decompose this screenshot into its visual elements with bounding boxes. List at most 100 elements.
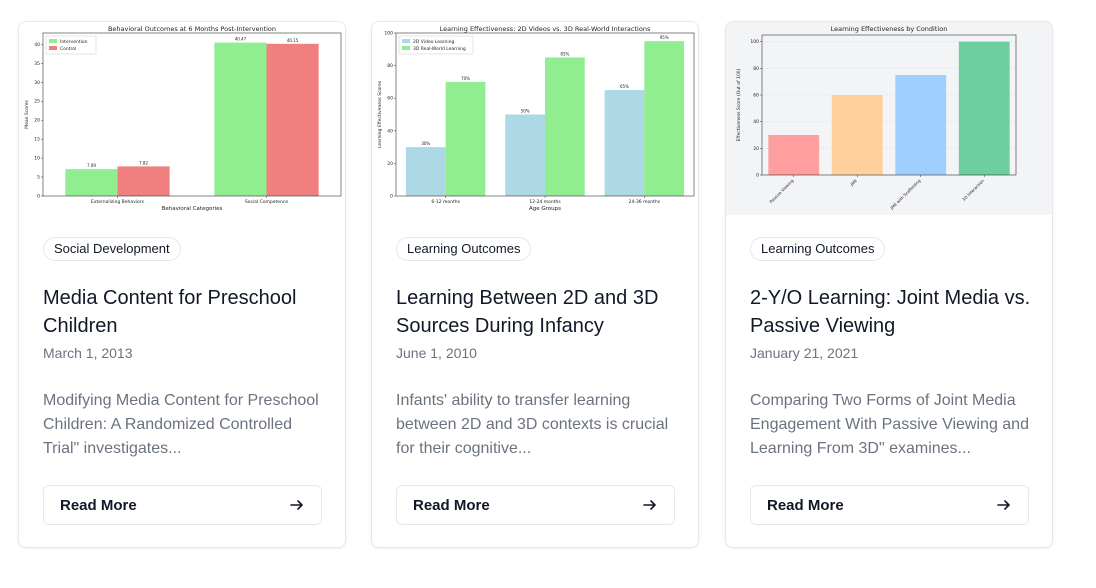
arrow-right-icon <box>997 500 1010 510</box>
bar <box>768 135 820 175</box>
y-tick-label: 5 <box>37 175 40 181</box>
article-excerpt: Comparing Two Forms of Joint Media Engag… <box>750 392 1029 457</box>
y-tick-label: 15 <box>34 137 40 143</box>
legend-label: Control <box>60 46 76 52</box>
y-tick-label: 20 <box>34 118 40 124</box>
x-tick-label: 12-24 months <box>529 199 561 205</box>
y-axis-label: Learning Effectiveness Scores <box>377 80 383 148</box>
article-card[interactable]: Learning Effectiveness by Condition 0 20 40… <box>725 21 1053 548</box>
bar-chart: Learning Effectiveness: 2D Videos vs. 3D… <box>377 25 695 212</box>
bar <box>505 114 545 196</box>
data-label: 30% <box>421 141 430 146</box>
legend-label: Intervention <box>60 39 88 45</box>
y-tick-label: 100 <box>384 31 393 37</box>
chart-thumbnail: Learning Effectiveness: 2D Videos vs. 3D… <box>372 22 698 215</box>
publish-date: March 1, 2013 <box>43 345 133 361</box>
data-label: 7.09 <box>87 163 96 168</box>
article-title[interactable]: 2-Y/O Learning: Joint Media vs. Passive … <box>750 284 1040 340</box>
y-tick-label: 10 <box>34 156 40 162</box>
category-tag: Learning Outcomes <box>750 237 886 261</box>
x-tick-label: Social Competence <box>245 199 289 205</box>
read-more-button[interactable]: Read More <box>43 485 322 525</box>
data-label: 70% <box>461 76 470 81</box>
data-label: 50% <box>521 109 530 114</box>
read-more-label: Read More <box>60 496 137 514</box>
x-tick-label: JME with Scaffolding <box>889 178 922 211</box>
read-more-label: Read More <box>767 496 844 514</box>
x-tick-label: 24-36 months <box>629 199 661 205</box>
article-title[interactable]: Media Content for Preschool Children <box>43 284 333 340</box>
bar <box>831 95 883 175</box>
article-card[interactable]: Behavioral Outcomes at 6 Months Post-Int… <box>18 21 346 548</box>
y-tick-label: 25 <box>34 99 40 105</box>
x-axis-label: Age Groups <box>529 206 561 212</box>
data-label: 40.15 <box>287 38 299 43</box>
y-tick-label: 40 <box>34 42 40 48</box>
legend-swatch <box>49 39 57 43</box>
chart-thumbnail: Learning Effectiveness by Condition 0 20 40… <box>726 22 1052 215</box>
bar <box>445 81 486 196</box>
read-more-button[interactable]: Read More <box>750 485 1029 525</box>
category-tag: Learning Outcomes <box>396 237 532 261</box>
y-tick-label: 30 <box>34 80 40 86</box>
article-excerpt: Infants' ability to transfer learning be… <box>396 392 669 457</box>
bar-chart: Learning Effectiveness by Condition 0 20 40… <box>736 25 1017 211</box>
chart-thumbnail: Behavioral Outcomes at 6 Months Post-Int… <box>19 22 345 215</box>
y-tick-label: 20 <box>387 161 393 167</box>
read-more-button[interactable]: Read More <box>396 485 675 525</box>
publish-date: June 1, 2010 <box>396 345 477 361</box>
x-tick-label: Externalizing Behaviors <box>91 199 145 205</box>
bar <box>405 147 446 196</box>
data-label: 65% <box>620 84 629 89</box>
y-tick-label: 0 <box>756 173 759 179</box>
bar <box>117 166 170 196</box>
bar <box>545 57 585 197</box>
legend-swatch <box>402 39 410 43</box>
x-tick-label: JME <box>849 178 859 188</box>
arrow-right-icon <box>290 500 303 510</box>
arrow-right-icon <box>643 500 656 510</box>
legend-swatch <box>402 46 410 50</box>
x-axis-label: Behavioral Categories <box>162 206 223 212</box>
legend-label: 2D Video Learning <box>413 39 454 45</box>
bar <box>958 41 1010 176</box>
bar <box>604 90 645 196</box>
y-tick-label: 40 <box>753 119 759 125</box>
y-tick-label: 35 <box>34 61 40 67</box>
y-axis-label: Mean Scores <box>24 100 30 129</box>
data-label: 40.47 <box>235 37 247 42</box>
y-tick-label: 80 <box>387 63 393 69</box>
data-label: 7.82 <box>139 160 148 165</box>
y-tick-label: 60 <box>387 96 393 102</box>
y-tick-label: 100 <box>750 39 759 45</box>
publish-date: January 21, 2021 <box>750 345 859 361</box>
y-tick-label: 20 <box>753 146 759 152</box>
y-tick-label: 80 <box>753 66 759 72</box>
article-card[interactable]: Learning Effectiveness: 2D Videos vs. 3D… <box>371 21 699 548</box>
chart-title: Learning Effectiveness: 2D Videos vs. 3D… <box>440 25 651 33</box>
y-axis-label: Effectiveness Score (Out of 100) <box>736 68 742 141</box>
bar <box>644 41 685 197</box>
chart-title: Learning Effectiveness by Condition <box>831 25 948 33</box>
article-excerpt: Modifying Media Content for Preschool Ch… <box>43 392 319 457</box>
x-tick-label: 3D Interaction <box>961 178 985 202</box>
article-title[interactable]: Learning Between 2D and 3D Sources Durin… <box>396 284 686 340</box>
x-tick-label: Passive Viewing <box>768 178 794 204</box>
bar <box>895 75 947 175</box>
x-tick-label: 6-12 months <box>431 199 460 205</box>
category-tag: Social Development <box>43 237 181 261</box>
legend-swatch <box>49 46 57 50</box>
read-more-label: Read More <box>413 496 490 514</box>
legend-label: 3D Real-World Learning <box>413 46 466 52</box>
y-tick-label: 40 <box>387 128 393 134</box>
chart-title: Behavioral Outcomes at 6 Months Post-Int… <box>108 25 276 33</box>
bar <box>214 42 267 196</box>
y-tick-label: 0 <box>390 194 393 200</box>
bar <box>65 169 118 196</box>
y-tick-label: 60 <box>753 93 759 99</box>
data-label: 95% <box>660 35 669 40</box>
data-label: 85% <box>560 51 569 56</box>
bar-chart: Behavioral Outcomes at 6 Months Post-Int… <box>24 25 342 212</box>
bar <box>266 43 319 196</box>
y-tick-label: 0 <box>37 194 40 200</box>
